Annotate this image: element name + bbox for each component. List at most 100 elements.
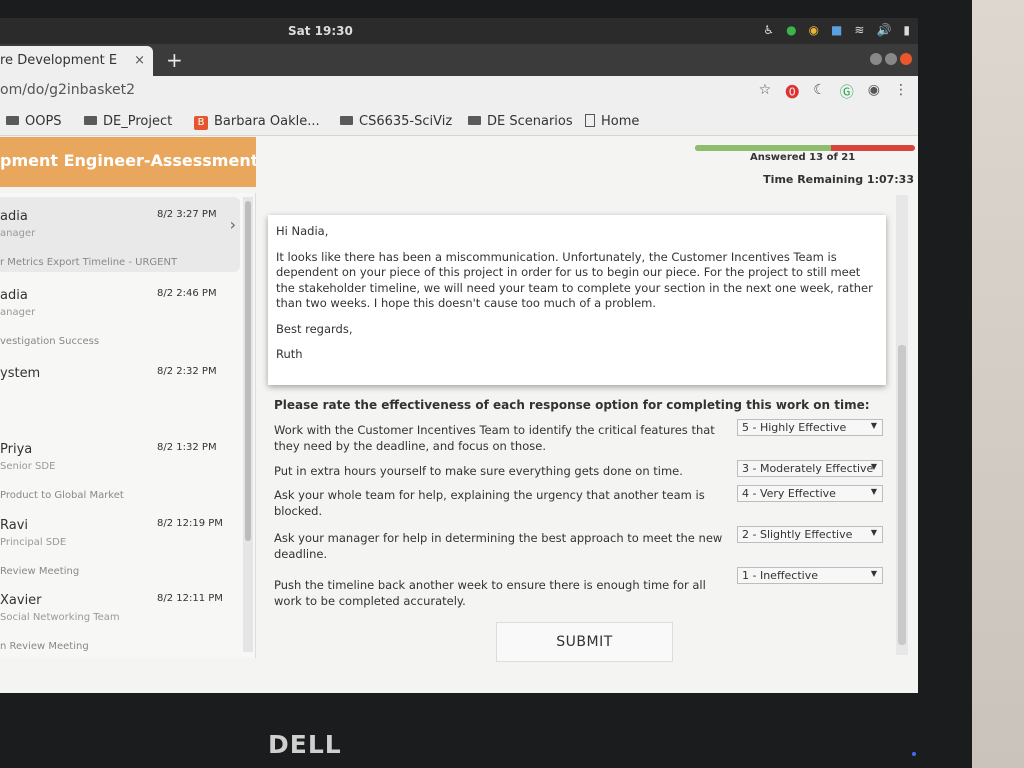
extension-icon[interactable]: ⓿	[785, 82, 799, 102]
menu-kebab-icon[interactable]: ⋮	[894, 82, 908, 102]
browser-tab[interactable]: re Development E ×	[0, 46, 153, 76]
message-date: 8/2 3:27 PM	[157, 209, 217, 220]
message-subject: Review Meeting	[0, 566, 80, 577]
sender-role: anager	[0, 228, 36, 239]
address-bar: om/do/g2inbasket2 ☆ ⓿ ☾ Ⓖ ◉ ⋮	[0, 76, 918, 106]
dropdown-arrow-icon: ▼	[870, 421, 877, 430]
sender-name: adia	[0, 209, 28, 224]
grammarly-icon[interactable]: Ⓖ	[840, 82, 854, 102]
accessibility-icon[interactable]: ♿	[763, 23, 774, 37]
message-subject: Product to Global Market	[0, 490, 124, 501]
minimize-icon[interactable]	[870, 53, 882, 65]
bookmark-oops[interactable]: OOPS	[6, 114, 62, 129]
sender-name: Ravi	[0, 518, 29, 533]
email-signature: Ruth	[276, 347, 303, 361]
email-body: It looks like there has been a miscommun…	[276, 249, 873, 311]
answered-count: Answered 13 of 21	[750, 152, 856, 163]
inbox-item[interactable]: ystem 8/2 2:32 PM	[0, 354, 240, 429]
app-icon[interactable]: ■	[831, 23, 842, 37]
time-remaining: Time Remaining 1:07:33	[763, 173, 914, 186]
email-card: Hi Nadia, It looks like there has been a…	[268, 215, 886, 385]
close-window-icon[interactable]	[900, 53, 912, 65]
dropdown-arrow-icon: ▼	[870, 487, 877, 496]
response-option: Put in extra hours yourself to make sure…	[274, 464, 683, 478]
bookmark-home[interactable]: Home	[585, 114, 639, 129]
response-option: Ask your whole team for help, explaining…	[274, 488, 705, 518]
message-date: 8/2 12:19 PM	[157, 518, 223, 529]
moon-extension-icon[interactable]: ☾	[813, 82, 826, 102]
assessment-page: pment Engineer-Assessment Answered 13 of…	[0, 137, 918, 693]
toolbar-icons: ☆ ⓿ ☾ Ⓖ ◉ ⋮	[759, 82, 908, 102]
maximize-icon[interactable]	[885, 53, 897, 65]
inbox-scrollbar[interactable]	[243, 197, 253, 652]
message-subject: n Review Meeting	[0, 641, 89, 652]
inbox-item[interactable]: Xavier Social Networking Team n Review M…	[0, 581, 240, 656]
battery-icon[interactable]: ▮	[903, 23, 910, 37]
rating-select[interactable]: 1 - Ineffective ▼	[737, 567, 883, 584]
new-tab-button[interactable]: +	[166, 48, 183, 72]
assessment-title-banner: pment Engineer-Assessment	[0, 137, 256, 187]
folder-icon	[6, 116, 19, 125]
sender-role: Social Networking Team	[0, 612, 120, 623]
chrome-icon[interactable]: ◉	[809, 23, 819, 37]
inbox-item[interactable]: Ravi Principal SDE Review Meeting 8/2 12…	[0, 506, 240, 581]
folder-icon	[468, 116, 481, 125]
b-bookmark-icon: B	[194, 116, 208, 130]
dropdown-arrow-icon: ▼	[870, 462, 877, 471]
url-field[interactable]: om/do/g2inbasket2	[0, 82, 135, 98]
green-dot-icon[interactable]: ●	[786, 23, 796, 37]
question-prompt: Please rate the effectiveness of each re…	[274, 398, 870, 412]
bookmark-cs6635[interactable]: CS6635-SciViz	[340, 114, 452, 129]
sender-role: Principal SDE	[0, 537, 67, 548]
sender-name: ystem	[0, 366, 41, 381]
inbox-item[interactable]: Priya Senior SDE Product to Global Marke…	[0, 430, 240, 505]
sender-role: anager	[0, 307, 36, 318]
submit-button[interactable]: SUBMIT	[496, 622, 673, 662]
tab-title: re Development E	[0, 53, 118, 68]
dropdown-arrow-icon: ▼	[870, 528, 877, 537]
message-date: 8/2 2:46 PM	[157, 288, 217, 299]
browser-tab-strip: re Development E × +	[0, 44, 918, 76]
rating-select[interactable]: 3 - Moderately Effective ▼	[737, 460, 883, 477]
volume-icon[interactable]: 🔊	[876, 23, 891, 37]
inbox-item[interactable]: adia anager r Metrics Export Timeline - …	[0, 197, 240, 272]
inbox-list: adia anager r Metrics Export Timeline - …	[0, 193, 256, 658]
bookmark-de-project[interactable]: DE_Project	[84, 114, 172, 129]
chevron-right-icon: ›	[229, 215, 236, 234]
bookmark-de-scenarios[interactable]: DE Scenarios	[468, 114, 573, 129]
email-closing: Best regards,	[276, 321, 353, 336]
window-controls	[870, 53, 912, 65]
power-led	[912, 752, 916, 756]
response-option: Ask your manager for help in determining…	[274, 531, 723, 561]
message-subject: vestigation Success	[0, 336, 100, 347]
tab-close-icon[interactable]: ×	[134, 53, 145, 68]
response-option: Push the timeline back another week to e…	[274, 578, 706, 608]
system-tray: ♿ ● ◉ ■ ≋ 🔊 ▮	[763, 23, 910, 37]
inbox-item[interactable]: adia anager vestigation Success 8/2 2:46…	[0, 276, 240, 351]
progress-fill	[695, 145, 832, 151]
email-greeting: Hi Nadia,	[276, 224, 329, 238]
message-date: 8/2 2:32 PM	[157, 366, 217, 377]
folder-icon	[340, 116, 353, 125]
content-scroll-thumb[interactable]	[898, 345, 906, 645]
inbox-scroll-thumb[interactable]	[245, 201, 251, 541]
dell-logo: DELL	[268, 730, 342, 759]
progress-bar	[695, 145, 915, 151]
message-subject: r Metrics Export Timeline - URGENT	[0, 257, 178, 268]
page-icon	[585, 114, 595, 127]
wifi-icon[interactable]: ≋	[854, 23, 864, 37]
rating-select[interactable]: 2 - Slightly Effective ▼	[737, 526, 883, 543]
screen: Sat 19:30 ♿ ● ◉ ■ ≋ 🔊 ▮ re Development E…	[0, 18, 918, 693]
profile-avatar-icon[interactable]: ◉	[868, 82, 880, 102]
response-option: Work with the Customer Incentives Team t…	[274, 423, 715, 453]
bookmark-barbara-oakley[interactable]: B Barbara Oakle...	[194, 114, 320, 130]
rating-select[interactable]: 5 - Highly Effective ▼	[737, 419, 883, 436]
system-clock[interactable]: Sat 19:30	[288, 24, 353, 38]
rating-select[interactable]: 4 - Very Effective ▼	[737, 485, 883, 502]
bookmarks-bar: OOPS DE_Project B Barbara Oakle... CS6635…	[0, 106, 918, 136]
bookmark-star-icon[interactable]: ☆	[759, 82, 772, 102]
sender-name: Priya	[0, 442, 33, 457]
content-scrollbar[interactable]	[896, 195, 908, 655]
message-date: 8/2 12:11 PM	[157, 593, 223, 604]
system-top-bar: Sat 19:30 ♿ ● ◉ ■ ≋ 🔊 ▮	[0, 18, 918, 44]
